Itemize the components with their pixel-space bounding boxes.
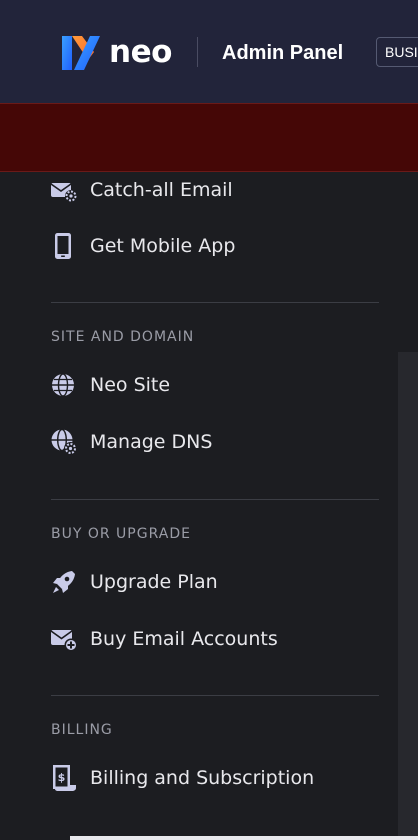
menu-divider <box>51 302 379 303</box>
sidebar-item-neo-site[interactable]: Neo Site <box>50 365 380 405</box>
neo-logo-icon <box>62 36 100 70</box>
sidebar-item-buy-email-accounts[interactable]: Buy Email Accounts <box>50 619 380 659</box>
brand-name: neo <box>109 34 172 70</box>
rocket-icon <box>53 571 75 593</box>
sidebar-item-catch-all-email[interactable]: Catch-all Email <box>50 172 380 210</box>
section-title-buy-or-upgrade: BUY OR UPGRADE <box>51 526 191 542</box>
section-title-billing: BILLING <box>51 722 113 738</box>
scrollbar-thumb[interactable] <box>398 352 418 840</box>
menu-divider <box>51 499 379 500</box>
mail-gear-icon <box>50 183 77 202</box>
neo-logo[interactable]: neo <box>60 32 175 74</box>
bottom-edge <box>70 836 418 840</box>
header-divider <box>197 37 198 67</box>
sidebar-item-label: Buy Email Accounts <box>90 628 278 650</box>
globe-gear-icon <box>51 428 77 455</box>
svg-text:$: $ <box>58 771 66 784</box>
page-title: Admin Panel <box>222 42 344 64</box>
sidebar-item-label: Get Mobile App <box>90 235 236 257</box>
sidebar-item-label: Catch-all Email <box>90 179 233 201</box>
sidebar-item-upgrade-plan[interactable]: Upgrade Plan <box>50 562 380 602</box>
section-title-site-and-domain: SITE AND DOMAIN <box>51 329 195 345</box>
sidebar-item-billing-and-subscription[interactable]: $ Billing and Subscription <box>50 758 380 798</box>
menu-divider <box>51 695 379 696</box>
sidebar-item-get-mobile-app[interactable]: Get Mobile App <box>50 226 380 266</box>
globe-icon <box>52 373 74 397</box>
mail-plus-icon <box>50 630 78 652</box>
sidebar-menu: Catch-all Email Get Mobile App SITE AND … <box>0 172 418 840</box>
sidebar-item-label: Manage DNS <box>90 431 213 453</box>
sidebar-item-label: Billing and Subscription <box>90 767 315 789</box>
sidebar-item-label: Neo Site <box>90 374 171 396</box>
alert-banner <box>0 103 418 172</box>
billing-receipt-icon: $ <box>53 765 76 791</box>
sidebar-item-manage-dns[interactable]: Manage DNS <box>50 422 380 462</box>
sidebar-item-label: Upgrade Plan <box>90 571 218 593</box>
top-header: neo Admin Panel BUSI <box>0 0 418 103</box>
plan-badge[interactable]: BUSI <box>376 37 418 67</box>
mobile-phone-icon <box>55 233 71 259</box>
